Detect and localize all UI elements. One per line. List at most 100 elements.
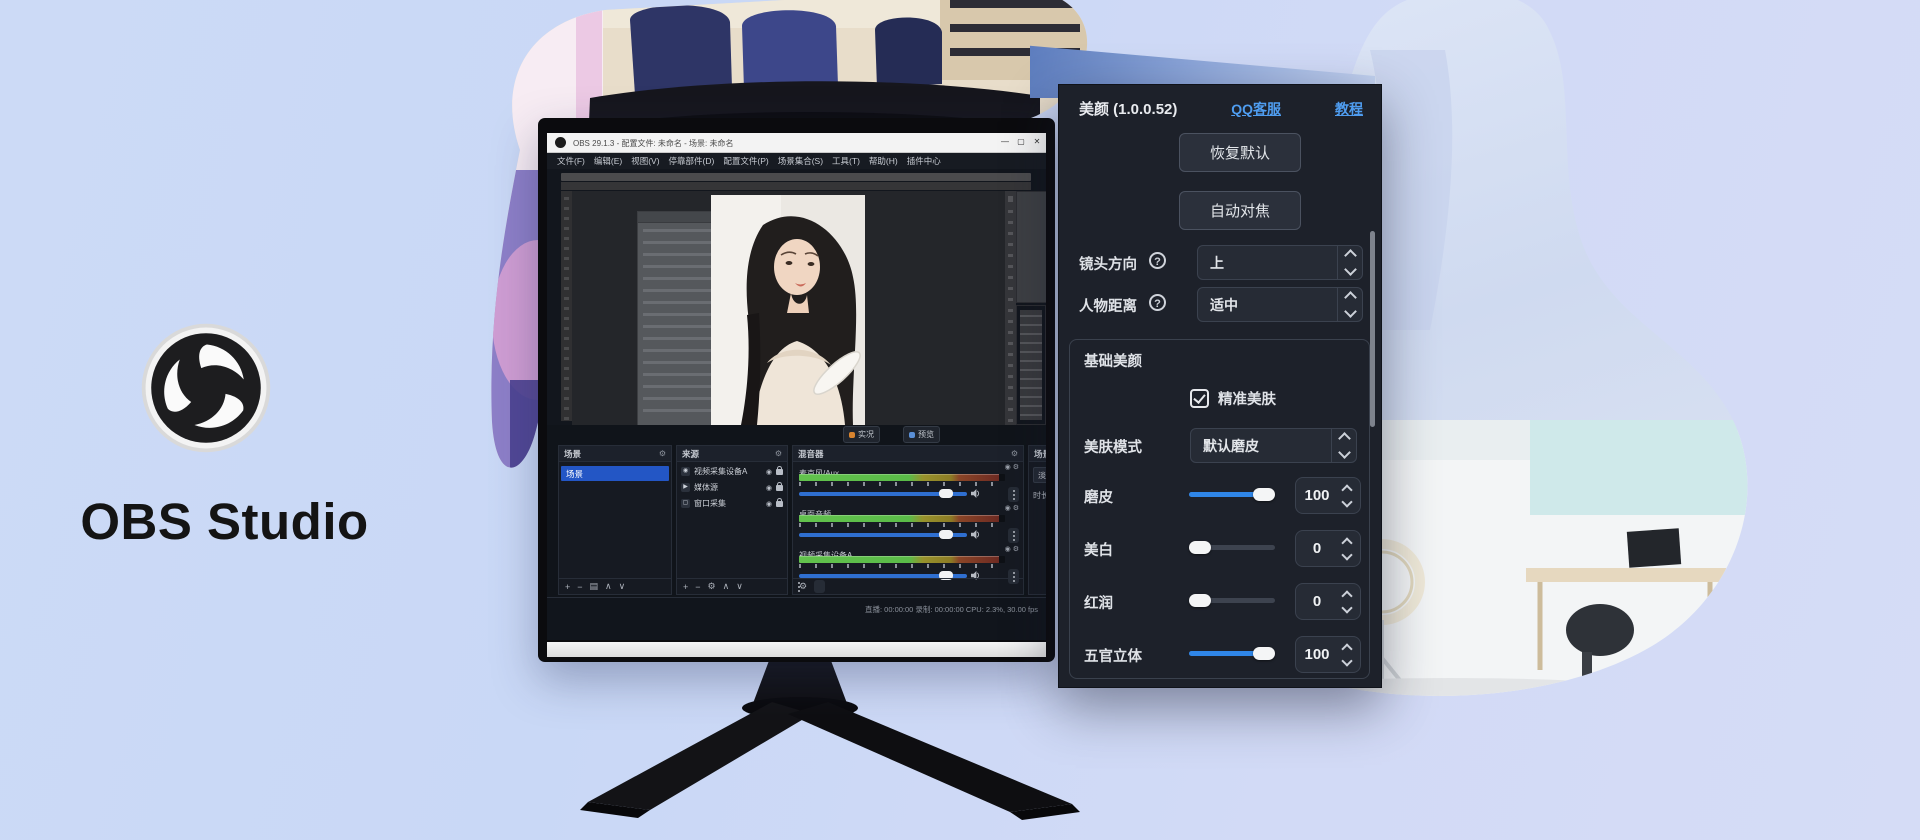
camera-direction-value: 上 — [1198, 246, 1337, 279]
menu-file[interactable]: 文件(F) — [557, 155, 585, 167]
source-name: 视频采集设备A — [694, 466, 762, 477]
gear-icon[interactable]: ⚙ — [659, 449, 666, 458]
lock-icon[interactable] — [776, 501, 783, 507]
menu-edit[interactable]: 编辑(E) — [594, 155, 622, 167]
gear-icon[interactable]: ⚙ — [1011, 449, 1018, 458]
rosy-value: 0 — [1296, 593, 1338, 610]
remove-source-icon[interactable]: − — [695, 582, 700, 592]
chevron-down-icon[interactable] — [1341, 549, 1352, 560]
mixer-settings-icon[interactable]: ⚙ — [799, 581, 807, 592]
scene-list-item[interactable]: 场景 — [561, 466, 669, 481]
source-row[interactable]: ▢ 窗口采集 ◉ — [677, 497, 787, 510]
beauty-panel: 美颜 (1.0.0.52) QQ客服 教程 恢复默认 自动对焦 镜头方向 ? 上… — [1058, 84, 1382, 688]
chevron-up-icon[interactable] — [1341, 643, 1352, 654]
face-3d-value: 100 — [1296, 646, 1338, 663]
maximize-button[interactable]: ▢ — [1014, 137, 1028, 146]
mixer-channel: 麦克风/Aux ◉ ⚙ — [799, 463, 1019, 501]
smoothing-spinbox[interactable]: 100 — [1295, 477, 1361, 514]
person-distance-select[interactable]: 适中 — [1197, 287, 1363, 322]
window-icon: ▢ — [681, 499, 690, 508]
minimize-button[interactable]: — — [998, 137, 1012, 146]
panel-scrollbar[interactable] — [1370, 231, 1375, 427]
section-title: 基础美颜 — [1084, 350, 1142, 371]
add-scene-icon[interactable]: + — [565, 582, 570, 592]
lock-icon[interactable] — [776, 485, 783, 491]
add-source-icon[interactable]: + — [683, 582, 688, 592]
chevron-down-icon[interactable] — [1341, 602, 1352, 613]
menu-profile[interactable]: 配置文件(P) — [723, 155, 768, 167]
remove-scene-icon[interactable]: − — [577, 582, 582, 592]
obs-titlebar: OBS 29.1.3 - 配置文件: 未命名 - 场景: 未命名 — ▢ ✕ — [547, 133, 1046, 153]
mixer-toolbar: ⚙ — [793, 578, 1023, 594]
preview-chip-label: 预览 — [918, 429, 934, 440]
channel-icons[interactable]: ◉ ⚙ — [1005, 504, 1019, 512]
tutorial-link[interactable]: 教程 — [1335, 99, 1363, 119]
face-3d-spinbox[interactable]: 100 — [1295, 636, 1361, 673]
slider-handle[interactable] — [1253, 647, 1275, 660]
select-stepper[interactable] — [1337, 288, 1362, 321]
help-icon[interactable]: ? — [1149, 294, 1166, 311]
select-stepper[interactable] — [1331, 429, 1356, 462]
obs-wordmark: OBS Studio — [52, 492, 397, 551]
chevron-up-icon[interactable] — [1341, 537, 1352, 548]
whitening-slider[interactable] — [1189, 545, 1275, 550]
chevron-down-icon[interactable] — [1341, 496, 1352, 507]
chevron-up-icon[interactable] — [1341, 484, 1352, 495]
kebab-menu-icon[interactable] — [1008, 487, 1019, 502]
whitening-spinbox[interactable]: 0 — [1295, 530, 1361, 567]
volume-slider[interactable] — [799, 530, 981, 540]
scene-up-icon[interactable]: ∧ — [605, 581, 612, 592]
menu-plugin-center[interactable]: 插件中心 — [907, 155, 941, 167]
scene-down-icon[interactable]: ∨ — [619, 581, 626, 592]
help-icon[interactable]: ? — [1149, 252, 1166, 269]
qq-support-link[interactable]: QQ客服 — [1231, 99, 1281, 119]
menu-tools[interactable]: 工具(T) — [832, 155, 860, 167]
media-icon: ▶ — [681, 483, 690, 492]
autofocus-button[interactable]: 自动对焦 — [1179, 191, 1301, 230]
lock-icon[interactable] — [776, 469, 783, 475]
channel-icons[interactable]: ◉ ⚙ — [1005, 545, 1019, 553]
gear-icon[interactable]: ⚙ — [775, 449, 782, 458]
chevron-down-icon[interactable] — [1341, 655, 1352, 666]
kebab-menu-icon[interactable] — [814, 580, 825, 593]
preview-chip[interactable]: 预览 — [903, 426, 940, 443]
eye-icon[interactable]: ◉ — [766, 468, 772, 476]
source-down-icon[interactable]: ∨ — [736, 581, 743, 592]
slider-handle[interactable] — [1189, 594, 1211, 607]
precise-skin-checkbox[interactable] — [1190, 389, 1209, 408]
menu-view[interactable]: 视图(V) — [631, 155, 659, 167]
speaker-icon[interactable] — [971, 489, 980, 498]
source-properties-icon[interactable]: ⚙ — [708, 581, 716, 592]
source-row[interactable]: ◉ 视频采集设备A ◉ — [677, 465, 787, 478]
scenes-dock-title: 场景 — [564, 448, 581, 460]
ps-right-toolstrip — [1005, 191, 1016, 425]
source-up-icon[interactable]: ∧ — [723, 581, 730, 592]
ps-options-bar — [561, 173, 1031, 181]
slider-handle[interactable] — [1253, 488, 1275, 501]
eye-icon[interactable]: ◉ — [766, 484, 772, 492]
eye-icon[interactable]: ◉ — [766, 500, 772, 508]
rosy-spinbox[interactable]: 0 — [1295, 583, 1361, 620]
channel-icons[interactable]: ◉ ⚙ — [1005, 463, 1019, 471]
menu-help[interactable]: 帮助(H) — [869, 155, 898, 167]
duplicate-scene-icon[interactable]: ▤ — [590, 581, 599, 592]
camera-direction-select[interactable]: 上 — [1197, 245, 1363, 280]
skin-mode-select[interactable]: 默认磨皮 — [1190, 428, 1357, 463]
live-chip[interactable]: 实况 — [843, 426, 880, 443]
transition-select[interactable]: 淡出 — [1033, 467, 1046, 483]
rosy-slider[interactable] — [1189, 598, 1275, 603]
smoothing-slider[interactable] — [1189, 492, 1275, 497]
source-row[interactable]: ▶ 媒体源 ◉ — [677, 481, 787, 494]
volume-slider[interactable] — [799, 489, 981, 499]
select-stepper[interactable] — [1337, 246, 1362, 279]
menu-docks[interactable]: 停靠部件(D) — [669, 155, 715, 167]
restore-defaults-button[interactable]: 恢复默认 — [1179, 133, 1301, 172]
menu-scene-collection[interactable]: 场景集合(S) — [778, 155, 823, 167]
kebab-menu-icon[interactable] — [1008, 528, 1019, 543]
close-button[interactable]: ✕ — [1030, 137, 1044, 146]
chevron-up-icon[interactable] — [1341, 590, 1352, 601]
face-3d-slider[interactable] — [1189, 651, 1275, 656]
slider-handle[interactable] — [1189, 541, 1211, 554]
speaker-icon[interactable] — [971, 530, 980, 539]
ps-toolbox — [561, 191, 572, 421]
